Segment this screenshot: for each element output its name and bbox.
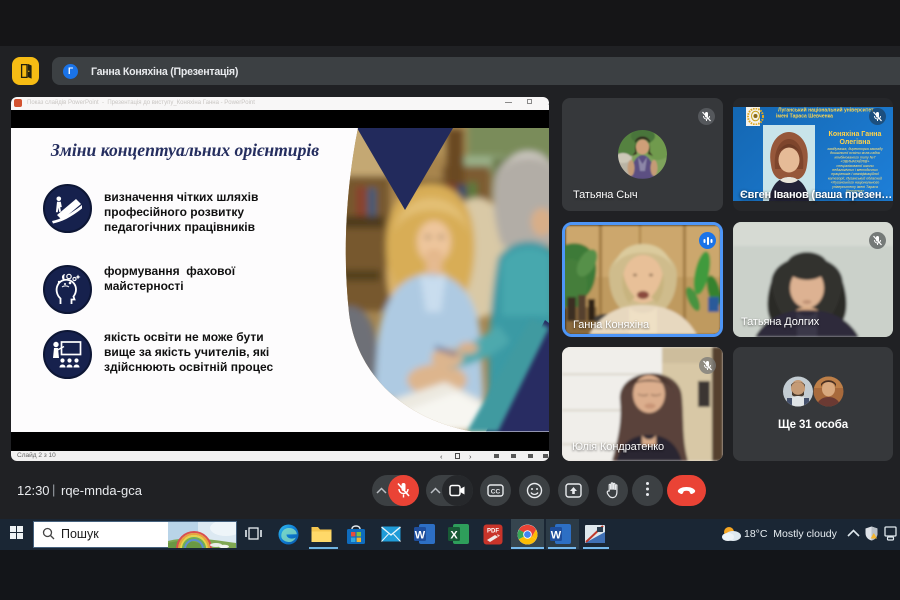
svg-text:W: W [551,530,562,542]
svg-text:W: W [415,530,426,542]
svg-text:CC: CC [491,489,501,496]
svg-text:X: X [450,530,458,542]
svg-text:PDF: PDF [487,529,499,535]
